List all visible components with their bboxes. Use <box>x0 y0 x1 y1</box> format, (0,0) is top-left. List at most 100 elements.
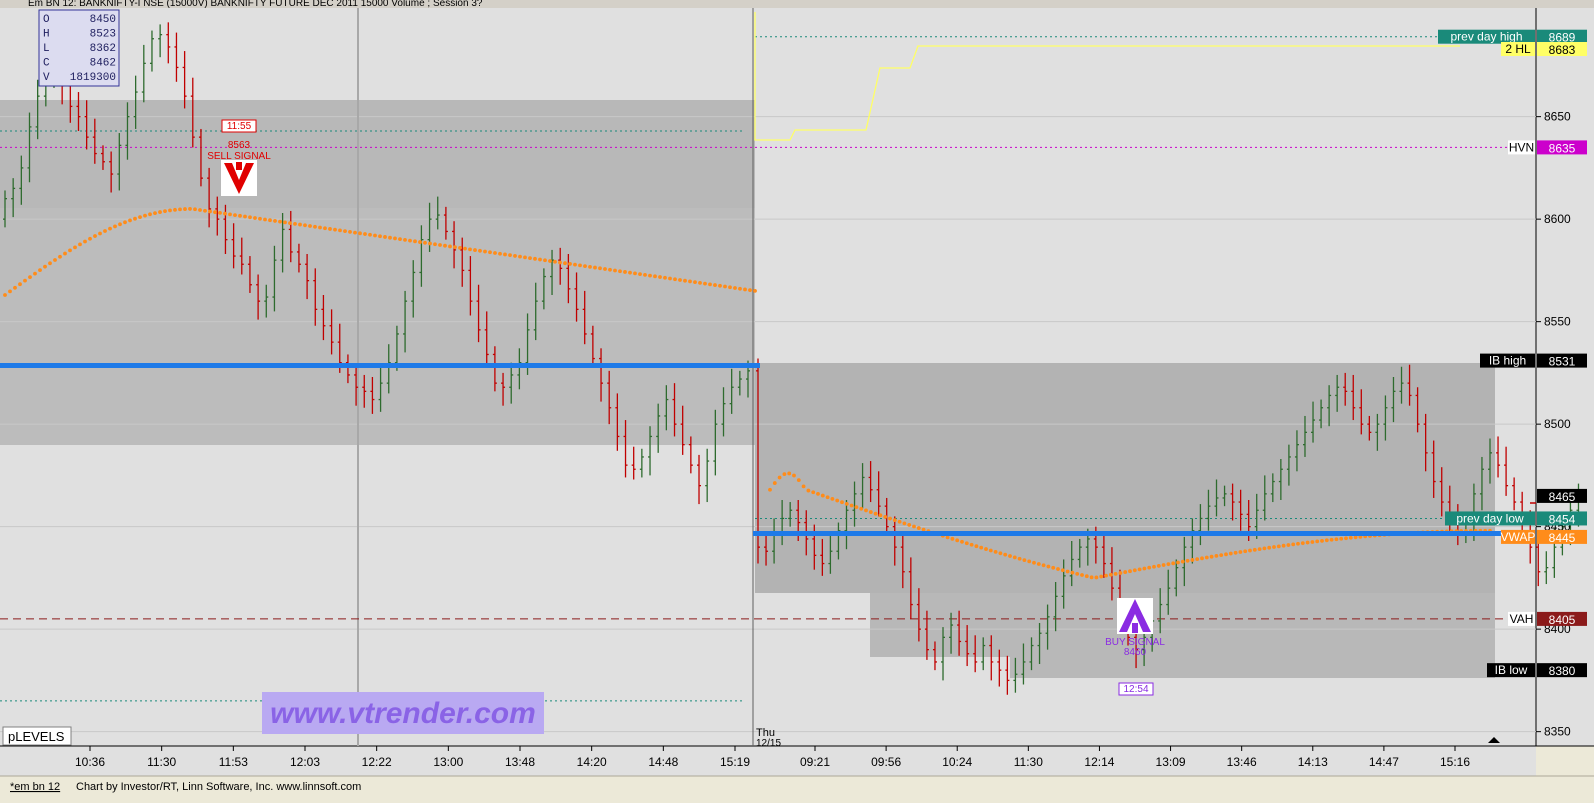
vwap-dot <box>473 248 477 252</box>
price-chart[interactable]: Em BN 12: BANKNIFTY-I NSE (15000V) BANKN… <box>0 0 1594 798</box>
vwap-dot <box>18 282 22 287</box>
vwap-dot <box>373 233 377 238</box>
vwap-dot <box>1089 575 1094 580</box>
watermark-text: www.vtrender.com <box>270 697 536 730</box>
vwap-dot <box>683 278 687 283</box>
vwap-dot <box>53 258 57 262</box>
vwap-dot <box>1267 545 1272 550</box>
vwap-dot <box>713 283 717 287</box>
vwap-dot <box>1257 547 1262 552</box>
vwap-dot <box>998 551 1003 556</box>
vwap-dot <box>628 270 632 275</box>
x-tick-label: 14:48 <box>648 755 678 769</box>
vwap-dot <box>503 252 507 257</box>
vwap-dot <box>1329 537 1334 542</box>
vwap-dot <box>777 475 782 480</box>
vwap-dot <box>588 264 592 269</box>
vwap-dot <box>1161 563 1166 567</box>
plevels-label: pLEVELS <box>8 729 65 744</box>
ohlcv-value: 8523 <box>90 29 116 41</box>
vwap-dot <box>173 207 177 212</box>
vwap-dot <box>513 254 517 258</box>
vwap-dot <box>849 503 854 508</box>
vwap-dot <box>801 484 806 489</box>
vwap-dot <box>98 231 102 236</box>
vwap-dot <box>916 526 921 530</box>
vwap-dot <box>398 237 402 242</box>
vwap-dot <box>3 293 7 297</box>
vwap-dot <box>796 478 801 483</box>
vwap-dot <box>703 281 707 286</box>
ib-high-line-session <box>753 531 1520 536</box>
ohlcv-value: 1819300 <box>70 72 116 84</box>
vah-label: VAH <box>1510 612 1534 626</box>
vwap-dot <box>543 258 547 263</box>
vwap-dot <box>718 283 722 288</box>
vwap-dot <box>428 241 432 246</box>
vwap-dot <box>1291 542 1296 547</box>
vwap-dot <box>603 267 607 271</box>
vwap-dot <box>787 471 792 476</box>
vwap-dot <box>964 541 969 546</box>
x-tick-label: 12:22 <box>362 755 392 769</box>
ohlcv-label: O <box>43 14 50 26</box>
vwap-dot <box>873 511 878 516</box>
vwap-dot <box>323 226 327 231</box>
vwap-dot <box>844 501 849 506</box>
session-date-label: 12/15 <box>756 738 781 749</box>
vwap-dot <box>143 213 147 218</box>
vwap-dot <box>1027 559 1032 564</box>
vwap-dot <box>878 513 883 518</box>
vwap-dot <box>358 231 362 236</box>
vwap-dot <box>23 278 27 283</box>
vwap-dot <box>1320 538 1324 543</box>
two-hl-label: 2 HL <box>1505 42 1531 56</box>
y-tick-label: 8350 <box>1544 725 1571 739</box>
vwap-dot <box>283 220 287 225</box>
vwap-dot <box>668 276 672 281</box>
vwap-dot <box>128 218 132 223</box>
vwap-dot <box>1060 568 1065 573</box>
session-lower-band <box>1010 593 1495 678</box>
vwap-dot <box>218 211 222 215</box>
vwap-dot <box>1051 565 1056 570</box>
vwap-dot <box>811 490 816 495</box>
two-hl-value: 8683 <box>1549 43 1576 57</box>
vwap-dot <box>1070 570 1075 575</box>
vwap-dot <box>960 539 964 544</box>
ib-low-value: 8380 <box>1549 664 1576 678</box>
vwap-dot <box>1094 575 1099 580</box>
vwap-dot <box>708 282 712 287</box>
vwap-dot <box>859 506 864 511</box>
sell-time: 11:55 <box>227 121 252 132</box>
vwap-dot <box>238 213 242 218</box>
vwap-dot <box>528 256 532 260</box>
vwap-dot <box>723 284 727 289</box>
x-tick-label: 15:16 <box>1440 755 1470 769</box>
vwap-dot <box>558 260 562 265</box>
vwap-dot <box>548 259 552 263</box>
vwap-dot <box>728 285 732 290</box>
vwap-dot <box>268 218 272 223</box>
vwap-dot <box>613 268 617 273</box>
vwap-dot <box>518 254 522 259</box>
hvn-label: HVN <box>1509 140 1534 154</box>
vwap-dot <box>248 215 252 220</box>
x-tick-label: 13:46 <box>1227 755 1257 769</box>
x-tick-label: 12:03 <box>290 755 320 769</box>
buy-time: 12:54 <box>1123 684 1148 695</box>
footer-tab[interactable]: *em bn 12 <box>10 781 60 793</box>
vwap-dot <box>153 211 157 216</box>
y-tick-label: 8650 <box>1544 110 1571 124</box>
plevels-box[interactable]: pLEVELS <box>2 726 72 746</box>
last-price-value: 8465 <box>1549 490 1576 504</box>
vwap-dot <box>1214 553 1219 558</box>
vwap-dot <box>1012 555 1017 560</box>
vwap-dot <box>1137 567 1142 572</box>
vwap-dot <box>1022 558 1027 562</box>
vwap-dot <box>333 227 337 232</box>
vwap-dot <box>733 286 737 290</box>
vwap-dot <box>38 268 42 273</box>
vwap-dot <box>338 228 342 233</box>
vwap-dot <box>1147 565 1152 570</box>
